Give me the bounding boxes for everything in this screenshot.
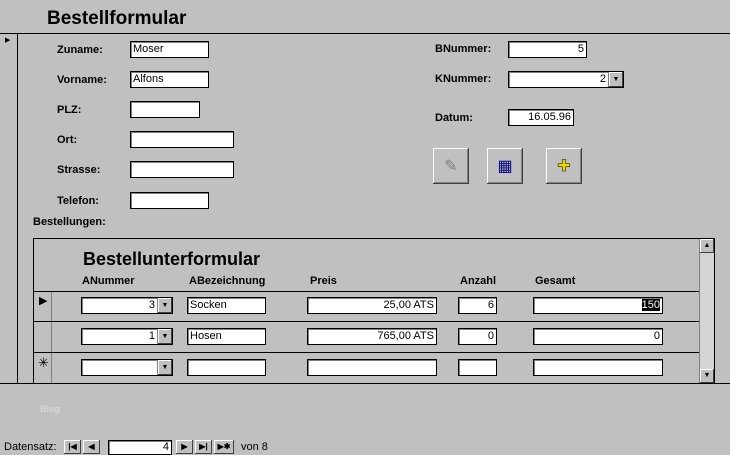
telefon-field[interactable] xyxy=(130,192,209,209)
bnummer-field[interactable]: 5 xyxy=(508,41,587,58)
plz-label: PLZ: xyxy=(57,104,82,116)
form-title: Bestellformular xyxy=(47,8,187,29)
scroll-down-button[interactable]: ▼ xyxy=(700,369,714,383)
header-anummer: ANummer xyxy=(82,275,135,287)
subform-title: Bestellunterformular xyxy=(83,249,261,269)
scroll-up-button[interactable]: ▲ xyxy=(700,239,714,253)
knummer-combo[interactable]: 2 ▼ xyxy=(508,71,624,88)
preis-field[interactable] xyxy=(307,359,437,376)
gesamt-field[interactable] xyxy=(533,359,663,376)
watermark: Blog xyxy=(40,404,60,414)
abezeichnung-field[interactable] xyxy=(187,359,266,376)
chevron-down-icon[interactable]: ▼ xyxy=(157,298,172,313)
datasheet-icon: ▦ xyxy=(497,158,513,175)
datasheet-view-button[interactable]: ▦ xyxy=(487,148,523,184)
bnummer-label: BNummer: xyxy=(435,43,492,55)
vertical-scrollbar[interactable]: ▲ ▼ xyxy=(699,239,714,383)
header-abezeichnung: ABezeichnung xyxy=(189,275,266,287)
header-gesamt: Gesamt xyxy=(535,275,576,287)
header-anzahl: Anzahl xyxy=(460,275,497,287)
bestellungen-label: Bestellungen: xyxy=(33,216,106,228)
edit-form-button[interactable]: ✎ xyxy=(433,148,469,184)
chevron-down-icon[interactable]: ▼ xyxy=(157,360,172,375)
first-record-button[interactable]: |◀ xyxy=(64,440,81,454)
nav-label: Datensatz: xyxy=(4,441,57,453)
anzahl-field[interactable]: 0 xyxy=(458,328,497,345)
telefon-label: Telefon: xyxy=(57,195,99,207)
record-count: von 8 xyxy=(241,441,268,453)
record-number-input[interactable]: 4 xyxy=(108,440,172,455)
record-selector-border xyxy=(17,33,18,383)
next-record-button[interactable]: ▶ xyxy=(176,440,193,454)
vorname-field[interactable]: Alfons xyxy=(130,71,209,88)
anzahl-field[interactable] xyxy=(458,359,497,376)
subform: Bestellunterformular ANummer ABezeichnun… xyxy=(33,238,715,383)
abezeichnung-field[interactable]: Socken xyxy=(187,297,266,314)
abezeichnung-field[interactable]: Hosen xyxy=(187,328,266,345)
strasse-field[interactable] xyxy=(130,161,234,178)
knummer-label: KNummer: xyxy=(435,73,492,85)
gesamt-field[interactable]: 0 xyxy=(533,328,663,345)
new-record-button[interactable]: ✚ xyxy=(546,148,582,184)
anummer-combo[interactable]: ▼ xyxy=(81,359,173,376)
anummer-value: 3 xyxy=(148,299,155,311)
datum-field[interactable]: 16.05.96 xyxy=(508,109,574,126)
plus-icon: ✚ xyxy=(557,158,571,176)
new-row-asterisk-icon: ✳ xyxy=(38,355,49,370)
form-bottom-divider xyxy=(0,383,730,384)
zuname-field[interactable]: Moser xyxy=(130,41,209,58)
knummer-value: 2 xyxy=(599,73,606,85)
preis-field[interactable]: 25,00 ATS xyxy=(307,297,437,314)
datum-label: Datum: xyxy=(435,112,473,124)
ort-label: Ort: xyxy=(57,134,78,146)
chevron-down-icon[interactable]: ▼ xyxy=(608,72,623,87)
chevron-down-icon[interactable]: ▼ xyxy=(157,329,172,344)
preis-field[interactable]: 765,00 ATS xyxy=(307,328,437,345)
edit-form-icon: ✎ xyxy=(444,158,458,175)
previous-record-button[interactable]: ◀ xyxy=(83,440,100,454)
divider xyxy=(0,33,730,34)
last-record-button[interactable]: ▶| xyxy=(195,440,212,454)
record-selector-arrow-icon[interactable]: ▶ xyxy=(5,36,10,44)
gesamt-value: 150 xyxy=(641,299,660,311)
anummer-value: 1 xyxy=(148,330,155,342)
ort-field[interactable] xyxy=(130,131,234,148)
strasse-label: Strasse: xyxy=(57,164,101,176)
new-record-nav-button[interactable]: ▶✱ xyxy=(214,440,234,454)
anummer-combo[interactable]: 1 ▼ xyxy=(81,328,173,345)
gesamt-field[interactable]: 150 xyxy=(533,297,663,314)
plz-field[interactable] xyxy=(130,101,200,118)
current-row-arrow-icon: ▶ xyxy=(39,295,48,307)
anummer-combo[interactable]: 3 ▼ xyxy=(81,297,173,314)
header-preis: Preis xyxy=(310,275,337,287)
vorname-label: Vorname: xyxy=(57,74,107,86)
zuname-label: Zuname: xyxy=(57,44,103,56)
anzahl-field[interactable]: 6 xyxy=(458,297,497,314)
